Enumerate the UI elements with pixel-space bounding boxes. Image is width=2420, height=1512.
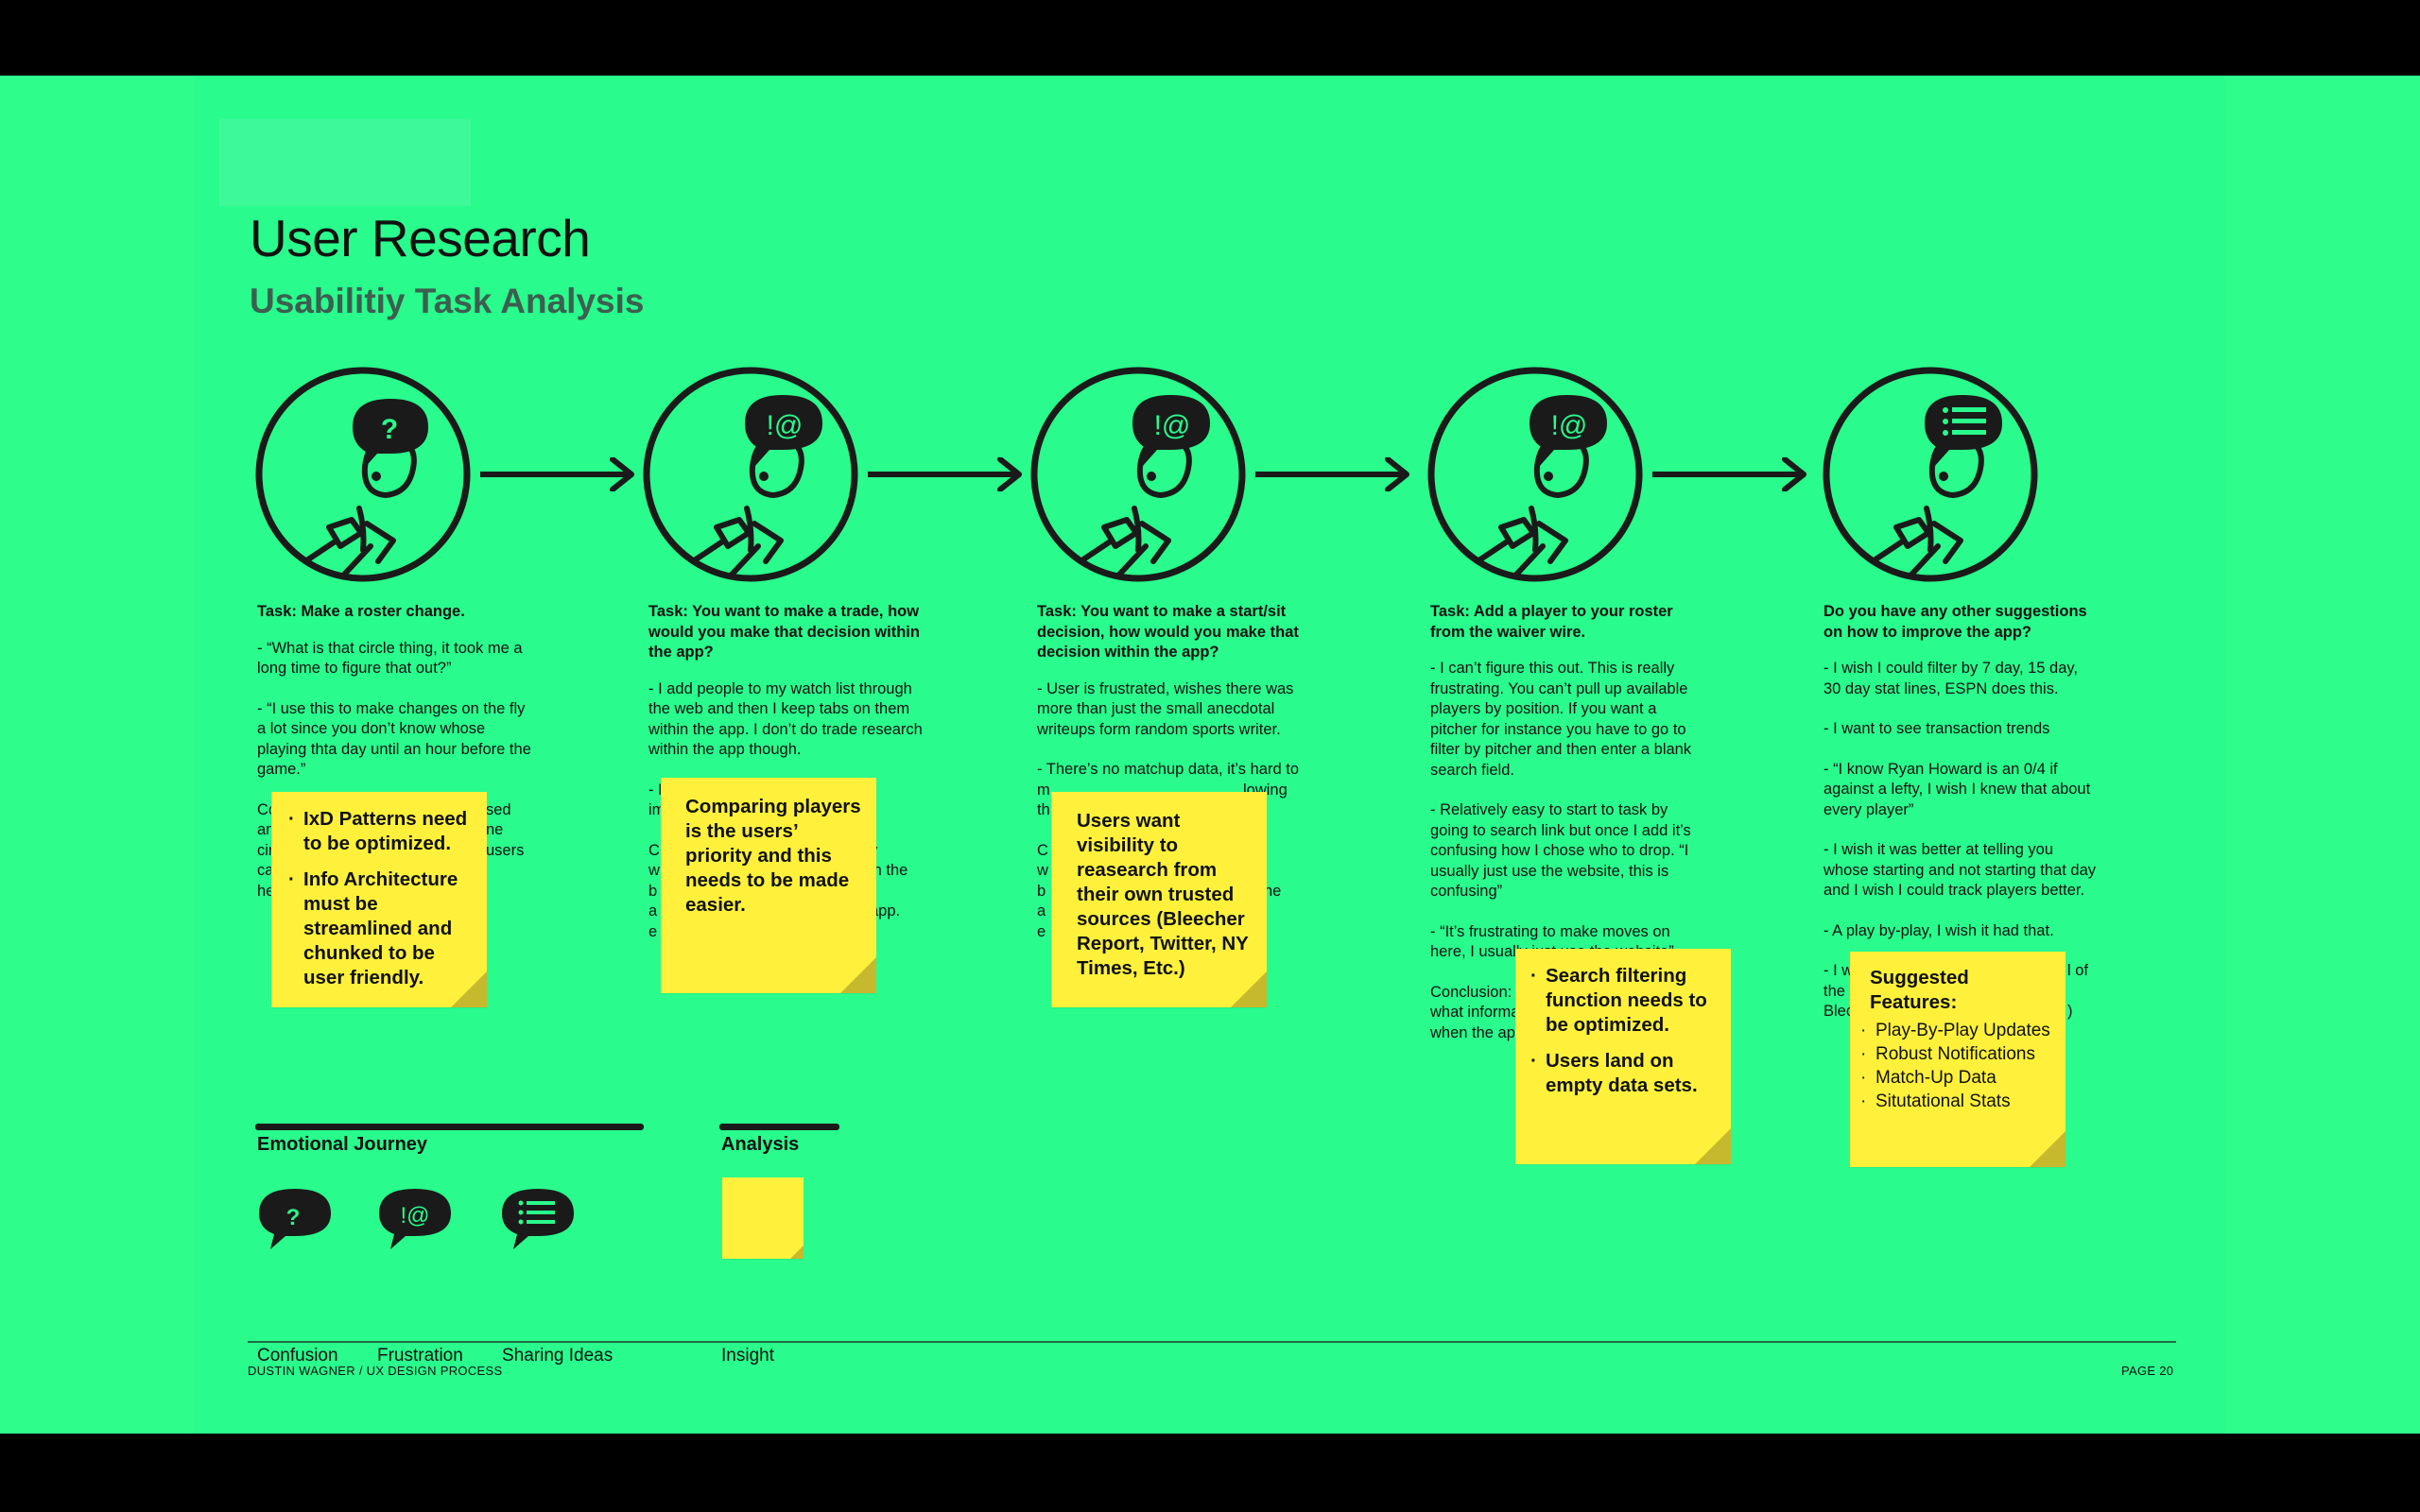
sticky-heading: Suggested Features: xyxy=(1870,967,1969,1013)
frustrated-person-icon: !@ xyxy=(1427,367,1643,582)
task-note: - I wish it was better at telling you wh… xyxy=(1824,841,2097,899)
sharing-ideas-person-icon xyxy=(1823,367,2038,582)
fragment-left: m th C w b a e xyxy=(1037,781,1050,943)
flow-arrow xyxy=(1253,456,1412,496)
task-note: - User is frustrated, wishes there was m… xyxy=(1037,679,1294,738)
text-fragment: th xyxy=(1037,801,1050,818)
sticky-content: Comparing players is the users’ priority… xyxy=(685,796,861,916)
header-accent-box xyxy=(219,119,471,206)
text-fragment: ne xyxy=(486,821,504,838)
sticky-bullet: Users land on empty data sets. xyxy=(1530,1049,1720,1098)
sticky-fold xyxy=(2030,1131,2066,1167)
sticky-content: Suggested Features: Play-By-Play Updates… xyxy=(1860,966,2059,1113)
persona-sharing-ideas xyxy=(1821,365,2040,584)
insight-legend-swatch xyxy=(722,1177,804,1259)
task-note: - “I use this to make changes on the fly… xyxy=(257,699,531,779)
confused-person-icon: ? xyxy=(255,367,471,582)
insight-sticky-note: Comparing players is the users’ priority… xyxy=(661,778,876,993)
task-note: - I add people to my watch list through … xyxy=(648,679,923,759)
insight-sticky-note: Suggested Features: Play-By-Play Updates… xyxy=(1850,952,2066,1167)
legend-title-analysis: Analysis xyxy=(721,1134,800,1155)
task-note: - Relatively easy to start to task by go… xyxy=(1430,801,1691,900)
persona-frustrated-2: !@ xyxy=(1028,365,1248,584)
text-fragment: b xyxy=(1037,882,1046,900)
insight-sticky-note: Search filtering function needs to be op… xyxy=(1515,949,1731,1164)
frustrated-person-icon: !@ xyxy=(643,367,858,582)
sticky-bullet: Robust Notifications xyxy=(1860,1042,2059,1066)
insight-sticky-note: Users want visibility to reasearch from … xyxy=(1051,792,1267,1007)
flow-arrow xyxy=(477,456,637,496)
sticky-fold xyxy=(790,1246,804,1259)
insight-sticky-note: IxD Patterns need to be optimized. Info … xyxy=(271,792,487,1007)
bubble-symbol: ? xyxy=(286,1205,301,1230)
sticky-content: Users want visibility to reasearch from … xyxy=(1077,810,1249,979)
text-fragment: a xyxy=(1037,902,1046,919)
task-note: - “I know Ryan Howard is an 0/4 if again… xyxy=(1824,760,2091,818)
footer-divider xyxy=(248,1341,2176,1343)
text-fragment: ) xyxy=(2067,1002,2073,1020)
task-note: - There’s no matchup data, it’s hard to xyxy=(1037,761,1299,778)
persona-bubble-text: ? xyxy=(381,414,398,445)
sticky-bullet: Info Architecture must be streamlined an… xyxy=(288,868,475,990)
text-fragment: users xyxy=(486,841,525,859)
task-title: Do you have any other suggestions on how… xyxy=(1824,603,2087,641)
footer-author: DUSTIN WAGNER / UX DESIGN PROCESS xyxy=(248,1364,503,1378)
text-fragment: m xyxy=(1037,781,1050,799)
legend-divider xyxy=(255,1124,644,1130)
legend-title-emotional-journey: Emotional Journey xyxy=(257,1134,428,1155)
task-title: Task: You want to make a start/sit decis… xyxy=(1037,603,1299,661)
frustration-bubble-icon: !@ xyxy=(377,1187,453,1256)
legend-label-insight: Insight xyxy=(721,1346,774,1366)
task-note: - A play by-play, I wish it had that. xyxy=(1824,921,2054,939)
fragment-right: l of ) xyxy=(2067,961,2088,1022)
task-note: - I can’t figure this out. This is reall… xyxy=(1430,660,1692,779)
text-fragment: e xyxy=(1037,922,1046,940)
text-fragment: l of xyxy=(2067,962,2089,979)
page-number: PAGE 20 xyxy=(2121,1364,2174,1378)
task-title: Task: Add a player to your roster from t… xyxy=(1430,603,1673,641)
persona-bubble-text: !@ xyxy=(1551,410,1588,441)
task-title: Task: Make a roster change. xyxy=(257,603,465,620)
text-fragment: sed xyxy=(486,800,511,818)
fragment-right: sed ne users xyxy=(486,800,524,862)
frustrated-person-icon: !@ xyxy=(1030,367,1246,582)
text-fragment: C xyxy=(1037,841,1048,859)
persona-frustrated-1: !@ xyxy=(641,365,860,584)
sticky-bullet: Match-Up Data xyxy=(1860,1066,2059,1090)
flow-arrow xyxy=(1650,456,1809,496)
sticky-fold xyxy=(840,957,876,993)
page-subtitle: Usabilitiy Task Analysis xyxy=(250,282,645,320)
sticky-bullet: Situtational Stats xyxy=(1860,1090,2059,1113)
persona-confused: ? xyxy=(253,365,473,584)
persona-bubble-text: !@ xyxy=(767,410,804,441)
slide: User Research Usabilitiy Task Analysis ?… xyxy=(0,76,2420,1434)
legend-label-sharing-ideas: Sharing Ideas xyxy=(502,1346,614,1366)
bubble-symbol: !@ xyxy=(400,1203,429,1228)
sticky-fold xyxy=(1695,1128,1731,1164)
legend-divider xyxy=(719,1124,839,1130)
task-note: - “What is that circle thing, it took me… xyxy=(257,639,523,678)
sticky-content: IxD Patterns need to be optimized. Info … xyxy=(288,807,475,990)
task-note: - I wish I could filter by 7 day, 15 day… xyxy=(1824,660,2079,697)
persona-frustrated-3: !@ xyxy=(1426,365,1645,584)
text-fragment: w xyxy=(1037,862,1048,879)
task-note: - I want to see transaction trends xyxy=(1824,720,2050,737)
sticky-bullet: Search filtering function needs to be op… xyxy=(1530,964,1720,1038)
flow-arrow xyxy=(865,456,1025,496)
page-title: User Research xyxy=(250,209,591,267)
sticky-bullet: IxD Patterns need to be optimized. xyxy=(288,807,475,856)
sharing-ideas-bubble-icon xyxy=(500,1187,576,1256)
persona-bubble-text: !@ xyxy=(1154,410,1191,441)
task-title: Task: You want to make a trade, how woul… xyxy=(648,603,920,661)
sticky-content: Search filtering function needs to be op… xyxy=(1530,964,1720,1098)
confusion-bubble-icon: ? xyxy=(257,1187,333,1256)
sticky-bullet: Play-By-Play Updates xyxy=(1860,1019,2059,1042)
